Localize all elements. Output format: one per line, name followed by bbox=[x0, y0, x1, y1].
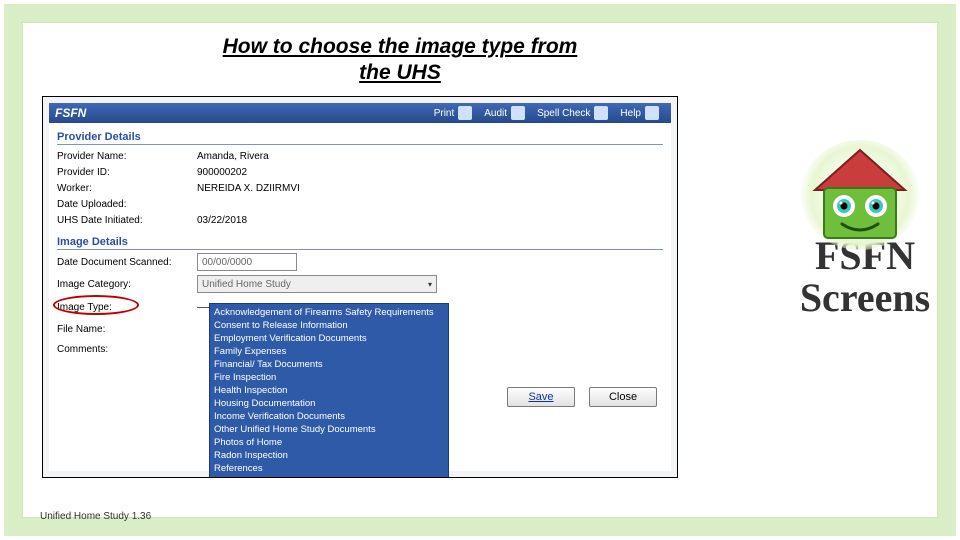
image-details-header: Image Details bbox=[57, 236, 663, 248]
image-category-select[interactable]: Unified Home Study ▾ bbox=[197, 275, 437, 293]
worker-label: Worker: bbox=[57, 183, 197, 194]
button-bar: Save Close bbox=[507, 387, 657, 407]
app-name: FSFN bbox=[55, 106, 86, 120]
spellcheck-icon bbox=[594, 106, 608, 120]
file-name-label: File Name: bbox=[57, 324, 197, 335]
dropdown-option[interactable]: References bbox=[214, 462, 444, 475]
provider-id-value: 900000202 bbox=[197, 167, 663, 178]
spellcheck-button[interactable]: Spell Check bbox=[537, 106, 608, 120]
slide-footer: Unified Home Study 1.36 bbox=[40, 511, 151, 522]
date-scanned-value: 00/00/0000 bbox=[202, 257, 252, 268]
help-button[interactable]: Help bbox=[620, 106, 659, 120]
dropdown-option[interactable]: Radon Inspection bbox=[214, 449, 444, 462]
date-scanned-input[interactable]: 00/00/0000 bbox=[197, 253, 663, 271]
uhs-date-label: UHS Date Initiated: bbox=[57, 215, 197, 226]
divider bbox=[57, 144, 663, 145]
chevron-down-icon: ▾ bbox=[428, 280, 432, 289]
app-window: FSFN Print Audit Spell Check Help bbox=[49, 103, 671, 471]
image-category-value: Unified Home Study bbox=[202, 279, 291, 290]
dropdown-option[interactable]: Fire Inspection bbox=[214, 371, 444, 384]
dropdown-option[interactable]: Income Verification Documents bbox=[214, 410, 444, 423]
save-button[interactable]: Save bbox=[507, 387, 575, 407]
provider-name-value: Amanda, Rivera bbox=[197, 151, 663, 162]
house-icon bbox=[810, 148, 910, 243]
provider-id-label: Provider ID: bbox=[57, 167, 197, 178]
app-topbar: FSFN Print Audit Spell Check Help bbox=[49, 103, 671, 123]
image-type-label: Image Type: bbox=[57, 302, 197, 313]
image-type-dropdown[interactable]: Acknowledgement of Firearms Safety Requi… bbox=[209, 303, 449, 478]
divider bbox=[57, 249, 663, 250]
app-screenshot: FSFN Print Audit Spell Check Help bbox=[42, 96, 678, 478]
close-button[interactable]: Close bbox=[589, 387, 657, 407]
dropdown-option[interactable]: Acknowledgement of Firearms Safety Requi… bbox=[214, 306, 444, 319]
dropdown-option[interactable]: Unified Home Study - Signature Page bbox=[214, 475, 444, 478]
print-label: Print bbox=[434, 108, 455, 119]
slide-title: How to choose the image type from the UH… bbox=[210, 34, 590, 87]
audit-button[interactable]: Audit bbox=[484, 106, 525, 120]
print-button[interactable]: Print bbox=[434, 106, 473, 120]
spellcheck-label: Spell Check bbox=[537, 108, 590, 119]
uhs-date-value: 03/22/2018 bbox=[197, 215, 663, 226]
dropdown-option[interactable]: Housing Documentation bbox=[214, 397, 444, 410]
provider-name-label: Provider Name: bbox=[57, 151, 197, 162]
slide: How to choose the image type from the UH… bbox=[0, 0, 960, 540]
provider-details-header: Provider Details bbox=[57, 131, 663, 143]
house-character bbox=[800, 140, 920, 250]
comments-label: Comments: bbox=[57, 344, 197, 355]
worker-value: NEREIDA X. DZIIRMVI bbox=[197, 183, 663, 194]
dropdown-option[interactable]: Other Unified Home Study Documents bbox=[214, 423, 444, 436]
help-icon bbox=[645, 106, 659, 120]
date-scanned-label: Date Document Scanned: bbox=[57, 257, 197, 268]
dropdown-option[interactable]: Health Inspection bbox=[214, 384, 444, 397]
audit-icon bbox=[511, 106, 525, 120]
dropdown-option[interactable]: Employment Verification Documents bbox=[214, 332, 444, 345]
image-category-label: Image Category: bbox=[57, 279, 197, 290]
dropdown-option[interactable]: Consent to Release Information bbox=[214, 319, 444, 332]
dropdown-option[interactable]: Photos of Home bbox=[214, 436, 444, 449]
audit-label: Audit bbox=[484, 108, 507, 119]
dropdown-option[interactable]: Family Expenses bbox=[214, 345, 444, 358]
help-label: Help bbox=[620, 108, 641, 119]
date-uploaded-label: Date Uploaded: bbox=[57, 199, 197, 210]
print-icon bbox=[458, 106, 472, 120]
dropdown-option[interactable]: Financial/ Tax Documents bbox=[214, 358, 444, 371]
